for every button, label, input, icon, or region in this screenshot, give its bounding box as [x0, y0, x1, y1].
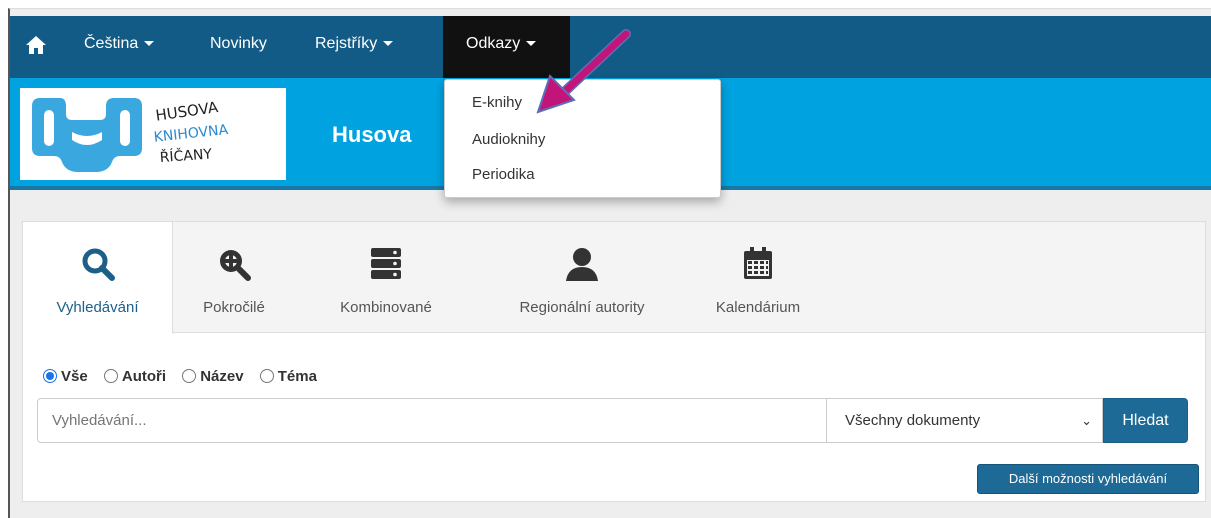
zoom-in-icon: [220, 250, 251, 281]
home-icon: [26, 36, 46, 54]
radio-circle-icon: [103, 369, 118, 383]
nav-language[interactable]: Čeština: [84, 16, 155, 78]
chevron-down-icon: ⌄: [1081, 413, 1092, 428]
document-type-select-value: Všechny dokumenty: [845, 412, 981, 429]
nav-links-label: Odkazy: [466, 35, 521, 52]
radio-circle-icon: [43, 369, 57, 383]
annotation-arrow-icon: [536, 29, 631, 114]
menu-item-audiobooks[interactable]: Audioknihy: [472, 131, 545, 148]
tab-calendar-label: Kalendárium: [715, 299, 801, 316]
radio-subject-label: Téma: [277, 368, 317, 385]
radio-all-label: Vše: [61, 368, 88, 385]
menu-item-periodicals[interactable]: Periodika: [472, 166, 535, 183]
nav-language-label: Čeština: [84, 35, 139, 52]
tab-combined[interactable]: Kombinované: [311, 222, 461, 333]
search-scope-radios: Vše Autoři Název Téma: [43, 368, 329, 385]
radio-subject[interactable]: Téma: [259, 368, 317, 385]
radio-authors[interactable]: Autoři: [103, 368, 167, 385]
radio-circle-icon: [259, 369, 274, 383]
tab-search[interactable]: Vyhledávání: [23, 222, 173, 334]
tab-regional-authorities[interactable]: Regionální autority: [487, 222, 677, 333]
caret-down-icon: [383, 41, 394, 47]
search-panel: Vyhledávání Pokročilé Kombinované Region…: [22, 221, 1206, 502]
nav-registers[interactable]: Rejstříky: [315, 16, 394, 78]
library-logo[interactable]: HUSOVA KNIHOVNA ŘÍČANY: [20, 88, 286, 180]
tab-calendar[interactable]: Kalendárium: [693, 222, 823, 333]
radio-all[interactable]: Vše: [43, 368, 88, 385]
document-type-select[interactable]: Všechny dokumenty ⌄: [826, 398, 1103, 443]
nav-registers-label: Rejstříky: [315, 35, 378, 52]
tab-combined-label: Kombinované: [340, 299, 432, 316]
radio-title-label: Název: [200, 368, 244, 385]
tab-search-label: Vyhledávání: [56, 299, 139, 316]
menu-item-ebooks[interactable]: E-knihy: [472, 94, 522, 111]
svg-text:HUSOVA: HUSOVA: [154, 98, 220, 125]
nav-news-label: Novinky: [210, 35, 267, 52]
tab-regional-authorities-label: Regionální autority: [519, 299, 645, 316]
home-link[interactable]: [16, 16, 54, 78]
user-icon: [566, 248, 598, 281]
nav-news[interactable]: Novinky: [210, 16, 267, 78]
svg-text:KNIHOVNA: KNIHOVNA: [153, 122, 229, 146]
tab-advanced[interactable]: Pokročilé: [173, 222, 295, 333]
server-stack-icon: [371, 248, 401, 279]
search-input[interactable]: [37, 398, 827, 443]
radio-circle-icon: [182, 369, 197, 383]
svg-text:ŘÍČANY: ŘÍČANY: [159, 144, 213, 166]
search-tabs: Vyhledávání Pokročilé Kombinované Region…: [23, 222, 1205, 334]
site-title: Husova: [332, 122, 412, 147]
caret-down-icon: [144, 41, 155, 47]
search-icon: [82, 248, 115, 281]
more-search-options-button[interactable]: Další možnosti vyhledávání: [977, 464, 1199, 494]
calendar-icon: [744, 247, 772, 279]
tab-advanced-label: Pokročilé: [203, 299, 265, 316]
radio-authors-label: Autoři: [121, 368, 167, 385]
logo-graphic: HUSOVA KNIHOVNA ŘÍČANY: [32, 98, 229, 172]
search-button[interactable]: Hledat: [1103, 398, 1188, 443]
radio-title[interactable]: Název: [182, 368, 244, 385]
